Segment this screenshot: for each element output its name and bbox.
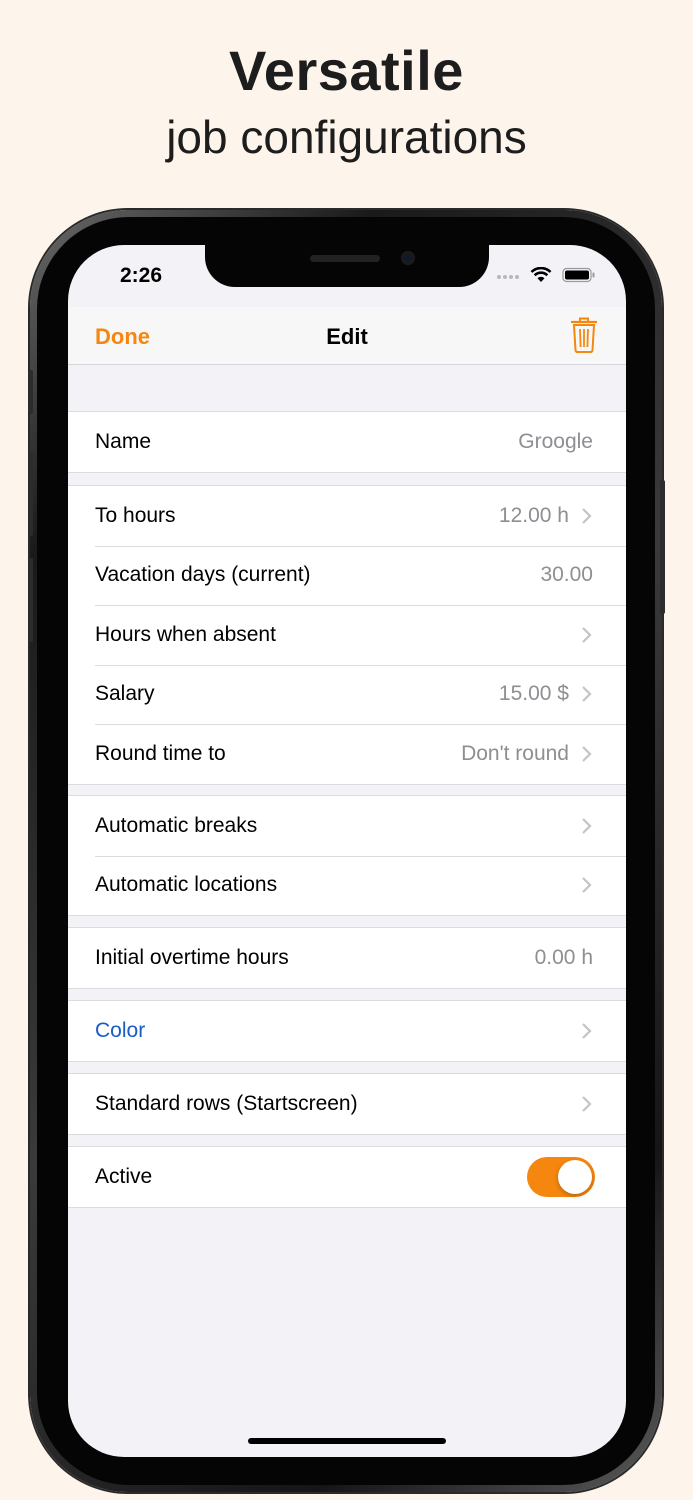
section-automation: Automatic breaks Automatic locations (68, 795, 626, 916)
signal-icon (497, 275, 519, 279)
standard-rows-label: Standard rows (Startscreen) (95, 1091, 358, 1115)
section-name: Name Groogle (68, 411, 626, 473)
color-row[interactable]: Color (68, 1001, 626, 1061)
automatic-breaks-label: Automatic breaks (95, 813, 258, 837)
initial-overtime-row[interactable]: Initial overtime hours 0.00 h (68, 928, 626, 988)
salary-value: 15.00 $ (498, 682, 569, 706)
hours-absent-row[interactable]: Hours when absent (68, 605, 626, 665)
color-label: Color (95, 1018, 146, 1042)
toggle-knob (558, 1159, 592, 1194)
section-standard-rows: Standard rows (Startscreen) (68, 1073, 626, 1135)
section-active: Active (68, 1146, 626, 1208)
notch (205, 245, 489, 287)
phone-screen: 2:26 Done Edit Name Groogle To hours 12.… (68, 245, 626, 1457)
round-time-row[interactable]: Round time to Don't round (68, 724, 626, 784)
hours-absent-label: Hours when absent (95, 622, 276, 646)
initial-overtime-value[interactable]: 0.00 h (535, 946, 593, 970)
chevron-right-icon (582, 507, 592, 524)
standard-rows-row[interactable]: Standard rows (Startscreen) (68, 1074, 626, 1134)
salary-label: Salary (95, 682, 155, 706)
vacation-days-value[interactable]: 30.00 (540, 563, 593, 587)
chevron-right-icon (582, 626, 592, 643)
section-color: Color (68, 1000, 626, 1062)
to-hours-label: To hours (95, 503, 176, 527)
volume-down-button (28, 558, 33, 642)
chevron-right-icon (582, 877, 592, 894)
front-camera (401, 251, 415, 265)
name-label: Name (95, 429, 152, 453)
section-hours: To hours 12.00 h Vacation days (current)… (68, 485, 626, 785)
headline-subtitle: job configurations (166, 111, 527, 163)
active-label: Active (95, 1164, 153, 1188)
page-title: Edit (326, 324, 368, 349)
speaker-grille (310, 255, 380, 262)
round-time-value: Don't round (461, 741, 569, 765)
status-time: 2:26 (120, 264, 163, 287)
automatic-breaks-row[interactable]: Automatic breaks (68, 796, 626, 856)
chevron-right-icon (582, 1022, 592, 1039)
navigation-bar: Done Edit (68, 307, 626, 365)
wifi-icon (530, 267, 552, 282)
active-row: Active (68, 1147, 626, 1207)
status-icons (496, 267, 596, 283)
chevron-right-icon (582, 745, 592, 762)
vacation-days-label: Vacation days (current) (95, 563, 311, 587)
home-indicator[interactable] (248, 1438, 446, 1444)
to-hours-value: 12.00 h (498, 503, 569, 527)
volume-up-button (28, 452, 33, 536)
initial-overtime-label: Initial overtime hours (95, 945, 289, 969)
chevron-right-icon (582, 686, 592, 703)
name-row[interactable]: Name Groogle (68, 412, 626, 472)
mute-switch (28, 370, 33, 414)
round-time-label: Round time to (95, 741, 226, 765)
headline-title: Versatile (229, 39, 464, 102)
chevron-right-icon (582, 817, 592, 834)
automatic-locations-row[interactable]: Automatic locations (68, 855, 626, 916)
section-overtime: Initial overtime hours 0.00 h (68, 927, 626, 989)
active-toggle[interactable] (527, 1156, 595, 1197)
battery-icon (562, 267, 595, 283)
chevron-right-icon (582, 1095, 592, 1112)
automatic-locations-label: Automatic locations (95, 873, 278, 897)
to-hours-row[interactable]: To hours 12.00 h (68, 486, 626, 546)
vacation-days-row[interactable]: Vacation days (current) 30.00 (68, 545, 626, 606)
salary-row[interactable]: Salary 15.00 $ (68, 664, 626, 725)
trash-icon[interactable] (570, 317, 598, 353)
name-value[interactable]: Groogle (518, 430, 593, 454)
power-button (660, 480, 665, 614)
